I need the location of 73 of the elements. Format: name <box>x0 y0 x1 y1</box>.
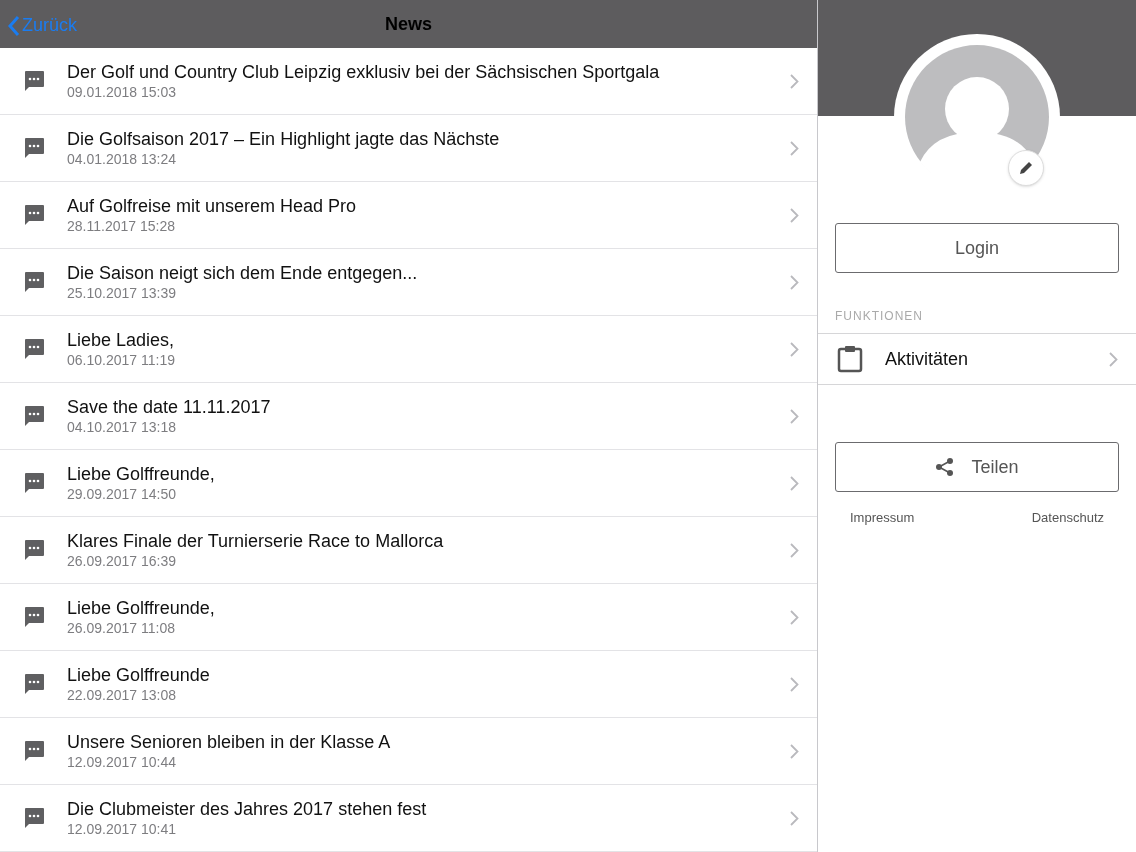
message-icon <box>22 538 46 562</box>
news-date: 12.09.2017 10:44 <box>67 753 177 771</box>
function-item[interactable]: Aktivitäten <box>818 334 1136 385</box>
footer-link[interactable]: Impressum <box>850 508 915 528</box>
news-date: 26.09.2017 16:39 <box>67 552 177 570</box>
chevron-right-icon <box>790 274 799 290</box>
news-title: Klares Finale der Turnierserie Race to Mallorca <box>67 530 445 552</box>
news-title: Save the date 11.11.2017 <box>67 396 272 418</box>
message-icon <box>22 672 46 696</box>
news-title: Liebe Ladies, <box>67 329 176 351</box>
chevron-right-icon <box>790 341 799 357</box>
clipboard-icon <box>837 345 863 373</box>
news-title: Die Saison neigt sich dem Ende entgegen... <box>67 262 419 284</box>
news-title: Unsere Senioren bleiben in der Klasse A <box>67 731 392 753</box>
section-header: FUNKTIONEN <box>835 308 924 325</box>
news-date: 12.09.2017 10:41 <box>67 820 177 838</box>
news-item[interactable]: Der Golf und Country Club Leipzig exklusiv bei der Sächsischen Sportgala 09.01.2018 15:03 <box>0 48 817 115</box>
news-date: 25.10.2017 13:39 <box>67 284 177 302</box>
news-item[interactable]: Die Saison neigt sich dem Ende entgegen... 25.10.2017 13:39 <box>0 249 817 316</box>
chevron-right-icon <box>790 140 799 156</box>
message-icon <box>22 337 46 361</box>
news-title: Liebe Golffreunde <box>67 664 211 686</box>
news-date: 09.01.2018 15:03 <box>67 83 177 101</box>
message-icon <box>22 69 46 93</box>
news-date: 29.09.2017 14:50 <box>67 485 177 503</box>
news-item[interactable]: Save the date 11.11.2017 04.10.2017 13:18 <box>0 383 817 450</box>
news-item[interactable]: Liebe Golffreunde, 26.09.2017 11:08 <box>0 584 817 651</box>
message-icon <box>22 270 46 294</box>
news-item[interactable]: Liebe Golffreunde 22.09.2017 13:08 <box>0 651 817 718</box>
chevron-right-icon <box>790 676 799 692</box>
login-button[interactable]: Login <box>835 223 1119 273</box>
news-item[interactable]: Liebe Golffreunde, 29.09.2017 14:50 <box>0 450 817 517</box>
chevron-right-icon <box>790 810 799 826</box>
share-icon <box>935 457 956 477</box>
chevron-left-icon <box>8 14 20 37</box>
message-icon <box>22 806 46 830</box>
chevron-right-icon <box>790 73 799 89</box>
chevron-right-icon <box>790 609 799 625</box>
message-icon <box>22 203 46 227</box>
chevron-right-icon <box>790 542 799 558</box>
page-title: News <box>385 12 432 36</box>
news-date: 06.10.2017 11:19 <box>67 351 176 369</box>
message-icon <box>22 471 46 495</box>
chevron-right-icon <box>790 408 799 424</box>
news-title: Liebe Golffreunde, <box>67 597 216 619</box>
chevron-right-icon <box>1109 351 1118 367</box>
footer-link[interactable]: Datenschutz <box>1031 508 1104 528</box>
function-label: Aktivitäten <box>885 347 970 371</box>
news-item[interactable]: Klares Finale der Turnierserie Race to Mallorca 26.09.2017 16:39 <box>0 517 817 584</box>
news-title: Die Clubmeister des Jahres 2017 stehen fest <box>67 798 428 820</box>
message-icon <box>22 404 46 428</box>
news-item[interactable]: Die Clubmeister des Jahres 2017 stehen fest 12.09.2017 10:41 <box>0 785 817 852</box>
chevron-right-icon <box>790 207 799 223</box>
news-item[interactable]: Unsere Senioren bleiben in der Klasse A 12.09.2017 10:44 <box>0 718 817 785</box>
chevron-right-icon <box>790 743 799 759</box>
news-date: 28.11.2017 15:28 <box>67 217 176 235</box>
news-date: 26.09.2017 11:08 <box>67 619 176 637</box>
share-button[interactable]: Teilen <box>835 442 1119 492</box>
chevron-right-icon <box>790 475 799 491</box>
news-item[interactable]: Liebe Ladies, 06.10.2017 11:19 <box>0 316 817 383</box>
news-item[interactable]: Auf Golfreise mit unserem Head Pro 28.11.2017 15:28 <box>0 182 817 249</box>
news-item[interactable]: Die Golfsaison 2017 – Ein Highlight jagte das Nächste 04.01.2018 13:24 <box>0 115 817 182</box>
news-date: 04.10.2017 13:18 <box>67 418 177 436</box>
message-icon <box>22 136 46 160</box>
news-title: Auf Golfreise mit unserem Head Pro <box>67 195 358 217</box>
news-date: 04.01.2018 13:24 <box>67 150 177 168</box>
message-icon <box>22 739 46 763</box>
news-title: Die Golfsaison 2017 – Ein Highlight jagte das Nächste <box>67 128 501 150</box>
message-icon <box>22 605 46 629</box>
news-title: Der Golf und Country Club Leipzig exklusiv bei der Sächsischen Sportgala <box>67 61 661 83</box>
news-date: 22.09.2017 13:08 <box>67 686 177 704</box>
pencil-icon <box>1018 160 1034 176</box>
news-title: Liebe Golffreunde, <box>67 463 216 485</box>
